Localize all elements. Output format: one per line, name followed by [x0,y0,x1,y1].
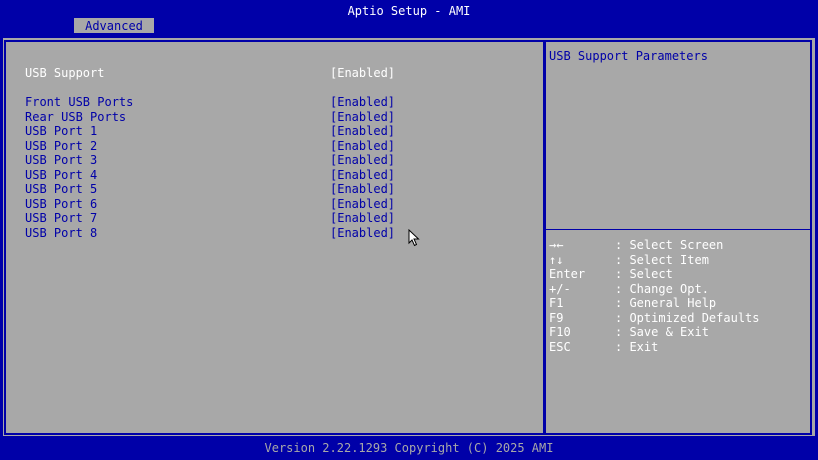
key-hint-row: F9 : Optimized Defaults [549,311,807,325]
key-description: : Select [615,267,673,281]
key-description: : Exit [615,339,659,354]
key-description: : Select Item [615,252,709,267]
setting-rear-usb-ports[interactable]: Rear USB Ports [Enabled] [25,110,525,124]
key-hint-row: →← : Select Screen [549,238,807,252]
key-description: : General Help [615,296,717,310]
help-divider [546,229,810,230]
setting-label: Rear USB Ports [25,109,127,124]
setting-value[interactable]: [Enabled] [330,211,395,225]
setting-label: USB Port 2 [25,138,98,153]
setting-label: USB Port 6 [25,196,98,211]
key-label: ESC [549,339,571,354]
help-pane: USB Support Parameters →← : Select Scree… [544,40,812,435]
key-label: F1 [549,296,564,310]
setting-usb-port-8[interactable]: USB Port 8 [Enabled] [25,226,525,240]
setting-usb-port-5[interactable]: USB Port 5 [Enabled] [25,182,525,196]
window-title: Aptio Setup - AMI [347,4,471,18]
setting-usb-port-4[interactable]: USB Port 4 [Enabled] [25,168,525,182]
setting-value[interactable]: [Enabled] [330,197,395,211]
key-label: F9 [549,310,564,325]
key-hint-row: +/- : Change Opt. [549,282,807,296]
key-label: +/- [549,281,571,296]
key-label: →← [549,238,564,252]
setting-label: USB Port 8 [25,225,98,240]
key-label: ↑↓ [549,252,564,267]
setting-usb-port-3[interactable]: USB Port 3 [Enabled] [25,153,525,167]
mouse-pointer-icon [408,229,420,247]
setting-front-usb-ports[interactable]: Front USB Ports [Enabled] [25,95,525,109]
setting-label: USB Support [25,66,105,80]
setting-value[interactable]: [Enabled] [330,124,395,138]
key-hint-row: F1 : General Help [549,296,807,310]
setting-label: USB Port 3 [25,153,98,167]
setting-value[interactable]: [Enabled] [330,139,395,153]
key-hint-row: ESC : Exit [549,340,807,354]
setting-label: USB Port 5 [25,182,98,196]
key-description: : Select Screen [615,238,724,252]
key-description: : Change Opt. [615,281,709,296]
key-label: Enter [549,267,586,281]
settings-pane: USB Support [Enabled] Front USB Ports [E… [4,40,545,435]
setting-usb-support[interactable]: USB Support [Enabled] [25,66,525,80]
setting-value[interactable]: [Enabled] [330,66,395,80]
setting-label: Front USB Ports [25,95,134,109]
setting-label: USB Port 4 [25,167,98,182]
setting-value[interactable]: [Enabled] [330,110,395,124]
tab-advanced[interactable]: Advanced [74,18,154,33]
key-hint-row: F10 : Save & Exit [549,325,807,339]
setting-value[interactable]: [Enabled] [330,182,395,196]
setting-value[interactable]: [Enabled] [330,168,395,182]
version-footer: Version 2.22.1293 Copyright (C) 2025 AMI [264,441,554,455]
setting-value[interactable]: [Enabled] [330,153,395,167]
setting-label: USB Port 1 [25,124,98,138]
key-label: F10 [549,325,571,339]
key-description: : Optimized Defaults [615,310,760,325]
key-hint-row: ↑↓ : Select Item [549,253,807,267]
setting-label: USB Port 7 [25,211,98,225]
setting-usb-port-7[interactable]: USB Port 7 [Enabled] [25,211,525,225]
setting-usb-port-6[interactable]: USB Port 6 [Enabled] [25,197,525,211]
setting-usb-port-1[interactable]: USB Port 1 [Enabled] [25,124,525,138]
help-title: USB Support Parameters [549,49,708,63]
setting-value[interactable]: [Enabled] [330,226,395,240]
setting-value[interactable]: [Enabled] [330,95,395,109]
key-hint-row: Enter : Select [549,267,807,281]
setting-usb-port-2[interactable]: USB Port 2 [Enabled] [25,139,525,153]
key-description: : Save & Exit [615,325,709,339]
